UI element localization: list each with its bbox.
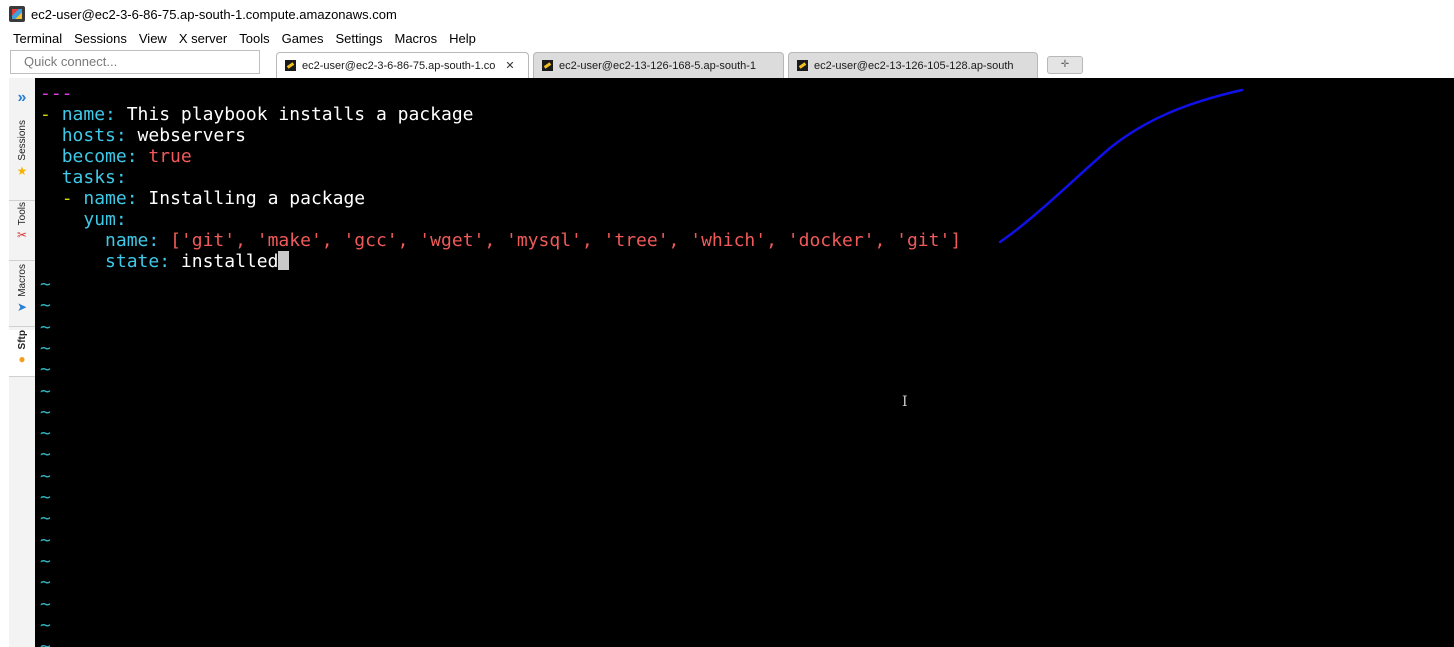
menu-settings[interactable]: Settings [330, 31, 389, 46]
hand-drawn-annotation [998, 88, 1244, 244]
close-icon[interactable]: ✕ [505, 59, 514, 72]
menu-x-server[interactable]: X server [173, 31, 233, 46]
menu-help[interactable]: Help [443, 31, 482, 46]
menu-tools[interactable]: Tools [233, 31, 275, 46]
session-tab-3-label: ec2-user@ec2-13-126-105-128.ap-south [814, 59, 1014, 72]
session-tab-3[interactable]: ec2-user@ec2-13-126-105-128.ap-south [788, 52, 1038, 78]
paper-plane-icon: ➤ [16, 299, 28, 314]
quick-connect-input[interactable]: Quick connect... [10, 50, 260, 74]
tools-icon: ✂ [16, 228, 28, 243]
side-tab-sftp-label: Sftp [16, 330, 28, 350]
expand-side-panel-icon[interactable]: » [9, 90, 35, 106]
annotation-stroke [998, 88, 1244, 244]
terminal-tab-icon [285, 60, 296, 71]
menu-macros[interactable]: Macros [388, 31, 443, 46]
side-tab-macros-label: Macros [16, 264, 28, 297]
menu-sessions[interactable]: Sessions [68, 31, 133, 46]
session-tab-2-label: ec2-user@ec2-13-126-168-5.ap-south-1 [559, 59, 757, 72]
menu-view[interactable]: View [133, 31, 173, 46]
session-tab-row: Quick connect... ec2-user@ec2-3-6-86-75.… [0, 48, 1454, 78]
side-tab-macros[interactable]: Macros ➤ [9, 264, 35, 327]
star-icon: ★ [16, 163, 28, 178]
menu-games[interactable]: Games [276, 31, 330, 46]
terminal-tab-icon [542, 60, 553, 71]
window-title: ec2-user@ec2-3-6-86-75.ap-south-1.comput… [31, 6, 397, 22]
session-tab-1-label: ec2-user@ec2-3-6-86-75.ap-south-1.co [302, 59, 496, 72]
side-tab-sessions[interactable]: Sessions ★ [9, 120, 35, 201]
plus-icon: ✛ [1060, 59, 1070, 70]
sftp-icon: ● [18, 352, 26, 367]
session-tab-2[interactable]: ec2-user@ec2-13-126-168-5.ap-south-1 [533, 52, 784, 78]
terminal-tab-icon [797, 60, 808, 71]
terminal-area[interactable]: --- - name: This playbook installs a pac… [35, 78, 1454, 647]
menu-terminal[interactable]: Terminal [0, 31, 68, 46]
side-tab-sessions-label: Sessions [16, 120, 28, 161]
side-tab-tools[interactable]: Tools ✂ [9, 202, 35, 261]
mobaxterm-app-icon [9, 6, 25, 22]
title-bar: ec2-user@ec2-3-6-86-75.ap-south-1.comput… [0, 0, 1454, 28]
side-tab-sftp[interactable]: Sftp ● [9, 330, 35, 377]
session-tab-1[interactable]: ec2-user@ec2-3-6-86-75.ap-south-1.co ✕ [276, 52, 529, 78]
menu-bar: Terminal Sessions View X server Tools Ga… [0, 28, 1454, 48]
side-tab-tools-label: Tools [16, 202, 28, 226]
new-tab-button[interactable]: ✛ [1047, 56, 1083, 74]
side-panel: » Sessions ★ Tools ✂ Macros ➤ Sftp ● [9, 78, 35, 647]
